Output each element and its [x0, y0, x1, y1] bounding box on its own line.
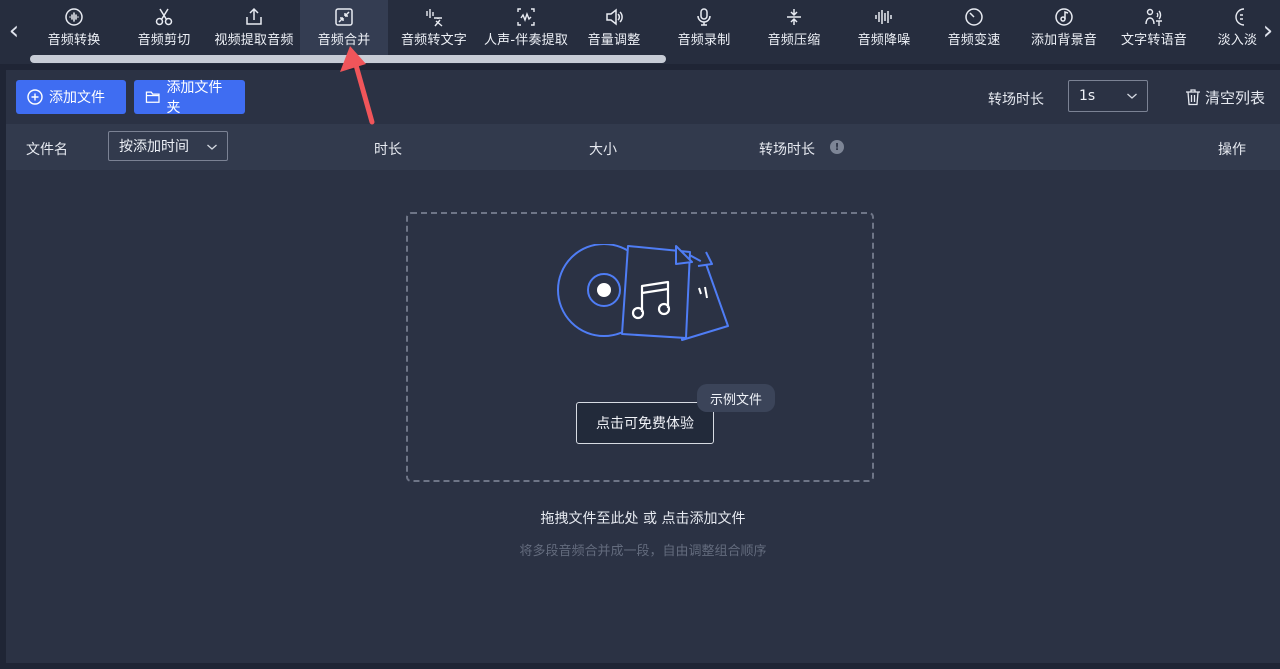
- tool-label: 添加背景音: [1030, 33, 1097, 48]
- tool-label: 音频转文字: [400, 33, 467, 48]
- add-folder-label: 添加文件夹: [166, 80, 223, 116]
- audio-wave-icon: [65, 8, 83, 26]
- file-table-header: 文件名 按添加时间 时长 大小 转场时长 ! 操作: [6, 124, 1280, 170]
- tool-label: 音频压缩: [767, 33, 821, 48]
- tool-label: 音频变速: [947, 33, 1001, 48]
- microphone-icon: [697, 8, 711, 26]
- tool-video-extract-audio[interactable]: 视频提取音频: [210, 0, 298, 56]
- column-transition: 转场时长: [759, 142, 815, 158]
- tool-label: 音频转换: [47, 33, 101, 48]
- upload-icon: [246, 7, 262, 25]
- tool-vocal-extract[interactable]: 人声-伴奏提取: [480, 0, 572, 56]
- tool-audio-merge[interactable]: 音频合并: [300, 0, 388, 56]
- main-panel: 添加文件 添加文件夹 转场时长 1s 清空列表 文件名 按添加时间 时长 大小 …: [6, 70, 1280, 663]
- tool-toolbar: ‹ 音频转换 音频剪切 视频提取音频 音频合并 音频转文字 人声-伴奏提取 音量: [0, 0, 1280, 64]
- volume-icon: [606, 8, 623, 26]
- tool-label: 视频提取音频: [214, 33, 294, 48]
- tool-label: 音频合并: [317, 33, 371, 48]
- denoise-icon: [875, 10, 892, 24]
- trash-icon: [1186, 89, 1200, 106]
- tool-label: 音频录制: [677, 33, 731, 48]
- add-folder-button[interactable]: 添加文件夹: [134, 80, 245, 116]
- vocal-extract-icon: [517, 8, 535, 26]
- speed-dial-icon: [965, 8, 983, 26]
- tool-audio-denoise[interactable]: 音频降噪: [840, 0, 928, 56]
- column-filename: 文件名: [26, 142, 68, 158]
- fade-icon: [1235, 8, 1245, 26]
- sample-file-tag[interactable]: 示例文件: [697, 384, 775, 412]
- tool-add-background[interactable]: 添加背景音: [1020, 0, 1108, 56]
- clear-list-label: 清空列表: [1205, 88, 1266, 107]
- chevron-right-icon[interactable]: ›: [1258, 14, 1278, 48]
- column-actions: 操作: [1218, 142, 1246, 158]
- merge-arrows-icon: [335, 8, 353, 26]
- tool-label: 音量调整: [587, 33, 641, 48]
- scrollbar-thumb[interactable]: [30, 55, 666, 63]
- info-icon[interactable]: !: [830, 140, 844, 154]
- transition-duration-value: 1s: [1079, 88, 1096, 104]
- tool-fade-in-out[interactable]: 淡入淡出: [1200, 0, 1258, 56]
- tool-audio-to-text[interactable]: 音频转文字: [390, 0, 478, 56]
- chevron-down-icon: [1127, 93, 1137, 99]
- add-file-label: 添加文件: [49, 90, 105, 106]
- tool-list: 音频转换 音频剪切 视频提取音频 音频合并 音频转文字 人声-伴奏提取 音量调整: [30, 0, 1258, 56]
- chevron-left-icon[interactable]: ‹: [4, 14, 24, 48]
- toolbar-scrollbar[interactable]: [30, 55, 1258, 63]
- tool-volume-adjust[interactable]: 音量调整: [570, 0, 658, 56]
- audio-files-illustration: [557, 244, 729, 341]
- tool-label: 音频剪切: [137, 33, 191, 48]
- column-duration: 时长: [374, 142, 402, 158]
- tool-audio-record[interactable]: 音频录制: [660, 0, 748, 56]
- tool-label: 人声-伴奏提取: [483, 33, 569, 48]
- transition-duration-label: 转场时长: [988, 92, 1044, 108]
- audio-to-text-icon: [426, 9, 443, 27]
- transition-duration-select[interactable]: 1s: [1068, 80, 1148, 112]
- clear-list-button[interactable]: 清空列表: [1185, 86, 1265, 108]
- add-file-button[interactable]: 添加文件: [16, 80, 126, 114]
- free-trial-button[interactable]: 点击可免费体验: [576, 402, 714, 444]
- tool-audio-compress[interactable]: 音频压缩: [750, 0, 838, 56]
- tool-audio-speed[interactable]: 音频变速: [930, 0, 1018, 56]
- folder-icon: [145, 91, 160, 103]
- compress-icon: [787, 9, 801, 25]
- sort-order-value: 按添加时间: [119, 139, 189, 155]
- text-to-speech-icon: [1145, 8, 1162, 26]
- tool-audio-cut[interactable]: 音频剪切: [120, 0, 208, 56]
- sort-order-select[interactable]: 按添加时间: [108, 131, 228, 161]
- chevron-down-icon: [207, 144, 217, 150]
- tool-label: 文字转语音: [1120, 33, 1187, 48]
- plus-circle-icon: [27, 89, 43, 105]
- music-disc-icon: [1055, 8, 1073, 26]
- column-size: 大小: [589, 142, 617, 158]
- drop-hint: 拖拽文件至此处 或 点击添加文件: [540, 511, 746, 527]
- drop-zone[interactable]: 点击可免费体验 示例文件: [406, 212, 874, 482]
- scissors-icon: [155, 8, 173, 26]
- tool-audio-convert[interactable]: 音频转换: [30, 0, 118, 56]
- feature-description: 将多段音频合并成一段，自由调整组合顺序: [519, 544, 767, 559]
- tool-text-to-speech[interactable]: 文字转语音: [1110, 0, 1198, 56]
- tool-label: 音频降噪: [857, 33, 911, 48]
- tool-label: 淡入淡出: [1217, 33, 1258, 48]
